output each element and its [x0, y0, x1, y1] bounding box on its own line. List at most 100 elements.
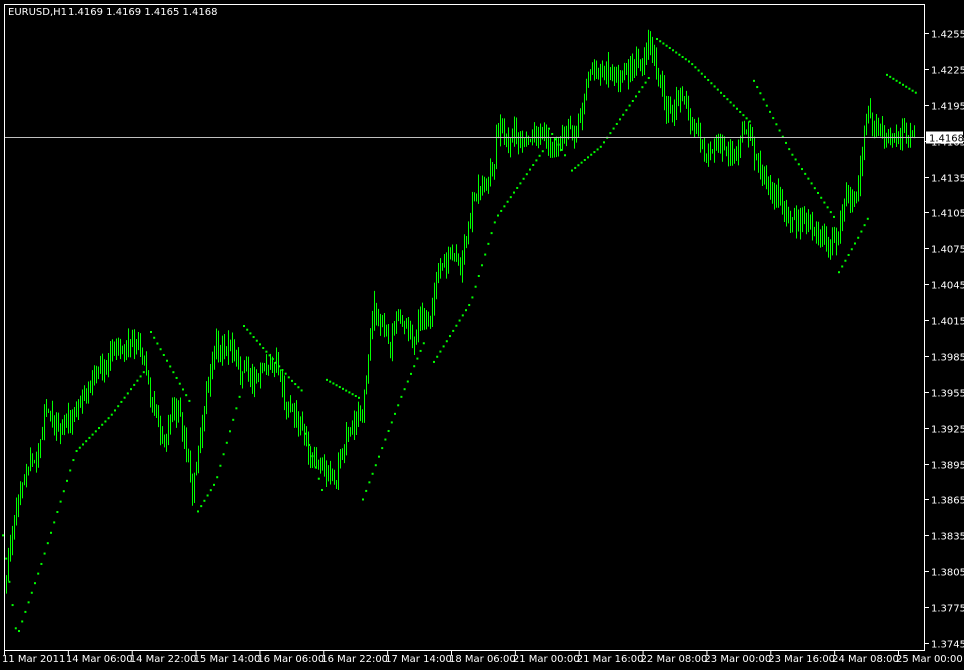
x-tick-label: 14 Mar 06:00	[66, 654, 133, 665]
sar-dot	[85, 440, 88, 443]
sar-dot	[823, 201, 826, 204]
sar-dot	[82, 443, 84, 446]
sar-dot	[172, 371, 175, 374]
sar-dot	[554, 138, 557, 141]
x-tick-label: 18 Mar 06:00	[449, 654, 516, 665]
sar-dot	[753, 79, 755, 82]
sar-dot	[203, 499, 206, 502]
sar-dot	[387, 429, 390, 432]
sar-dot	[638, 90, 641, 93]
sar-dot	[587, 156, 589, 159]
sar-dot	[188, 399, 191, 402]
y-tick-label: 1.3955	[931, 389, 964, 400]
sar-dot	[745, 117, 748, 120]
sar-dot	[281, 369, 284, 372]
sar-dot	[908, 87, 911, 90]
sar-dot	[519, 182, 522, 185]
y-tick-label: 1.4135	[931, 174, 964, 185]
price-tag-label: 1.4168	[929, 134, 964, 145]
sar-dot	[516, 186, 519, 189]
sar-dot	[810, 182, 813, 185]
sar-dot	[742, 114, 745, 117]
sar-dot	[136, 379, 139, 382]
sar-dot	[697, 69, 700, 72]
y-tick-label: 1.3835	[931, 532, 964, 543]
sar-dot	[308, 443, 311, 446]
sar-dot	[182, 388, 184, 391]
sar-dot	[577, 164, 580, 167]
sar-dot	[142, 371, 145, 374]
sar-dot	[123, 396, 126, 399]
sar-dot	[120, 400, 123, 403]
sar-dot	[704, 75, 706, 78]
sar-dot	[225, 441, 228, 444]
sar-dot	[603, 141, 605, 144]
sar-dot	[791, 153, 794, 156]
sar-dot	[548, 127, 550, 130]
chart-symbol: EURUSD,H1	[8, 7, 67, 18]
sar-dot	[27, 601, 30, 604]
sar-dot	[557, 143, 560, 146]
sar-dot	[769, 110, 771, 113]
sar-dot	[841, 265, 844, 268]
x-tick-label: 16 Mar 06:00	[257, 654, 324, 665]
sar-dot	[362, 498, 364, 501]
chart-window[interactable]: 1.42551.42251.41951.41651.41351.41051.40…	[0, 0, 964, 666]
sar-dot	[564, 154, 566, 157]
sar-dot	[101, 423, 104, 426]
sar-dot	[156, 342, 159, 345]
sar-dot	[452, 329, 455, 332]
sar-dot	[465, 309, 467, 312]
sar-dot	[351, 393, 354, 396]
sar-dot	[580, 161, 583, 164]
sar-dot	[384, 438, 387, 441]
sar-dot	[681, 55, 684, 58]
sar-dot	[560, 148, 563, 151]
sar-dot	[265, 350, 268, 353]
chart-background	[0, 0, 964, 666]
price-chart[interactable]: 1.42551.42251.41951.41651.41351.41051.40…	[0, 0, 964, 666]
sar-dot	[422, 342, 425, 345]
y-tick-label: 1.4105	[931, 209, 964, 220]
sar-dot	[748, 120, 751, 123]
sar-dot	[625, 109, 628, 112]
sar-dot	[305, 432, 307, 435]
sar-dot	[532, 163, 535, 166]
y-tick-label: 1.4075	[931, 245, 964, 256]
sar-dot	[219, 464, 222, 467]
sar-dot	[844, 259, 847, 262]
sar-dot	[442, 345, 445, 348]
sar-dot	[739, 110, 742, 113]
sar-dot	[34, 582, 36, 585]
price-tag: 1.4168	[926, 131, 964, 145]
sar-dot	[850, 248, 853, 251]
sar-dot	[406, 380, 409, 383]
sar-dot	[72, 459, 75, 462]
sar-dot	[169, 365, 172, 368]
sar-dot	[8, 580, 11, 583]
sar-dot	[487, 242, 490, 245]
sar-dot	[200, 505, 203, 508]
y-tick-label: 1.4045	[931, 281, 964, 292]
sar-dot	[838, 271, 840, 274]
sar-dot	[46, 542, 49, 545]
sar-dot	[659, 40, 662, 43]
x-tick-label: 11 Mar 2011	[2, 654, 65, 665]
sar-dot	[854, 242, 856, 245]
sar-dot	[471, 296, 474, 299]
sar-dot	[902, 83, 904, 86]
y-tick-label: 1.4255	[931, 30, 964, 41]
sar-dot	[817, 191, 819, 194]
sar-dot	[88, 436, 91, 439]
sar-dot	[662, 42, 665, 45]
sar-dot	[820, 196, 823, 199]
sar-dot	[294, 383, 297, 386]
sar-dot	[863, 224, 866, 227]
sar-dot	[291, 379, 293, 382]
sar-dot	[439, 350, 442, 353]
sar-dot	[287, 376, 290, 379]
sar-dot	[24, 610, 27, 613]
sar-dot	[235, 407, 238, 410]
sar-dot	[278, 365, 281, 368]
sar-dot	[91, 433, 94, 436]
